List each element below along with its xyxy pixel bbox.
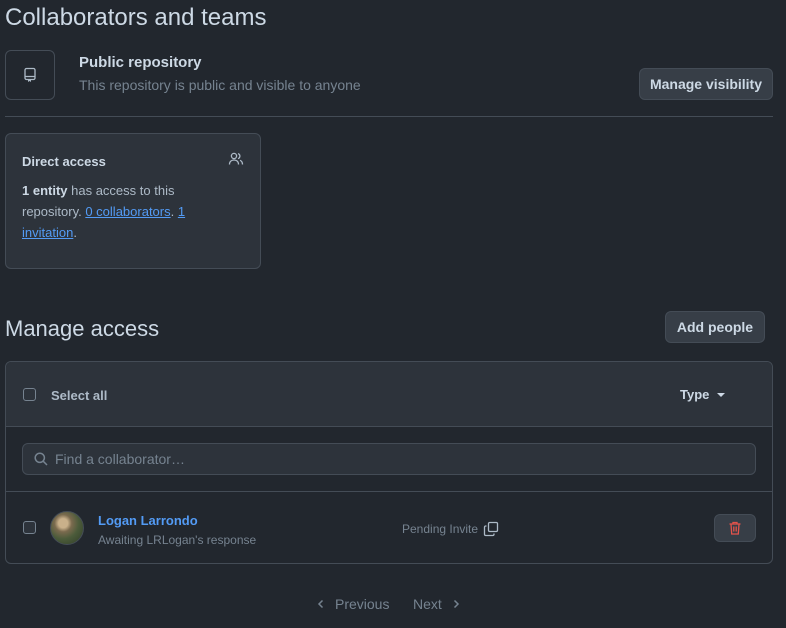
people-icon — [228, 152, 244, 165]
find-collaborator-input[interactable] — [55, 451, 735, 467]
pending-invite: Pending Invite — [402, 521, 499, 537]
trash-icon — [729, 521, 741, 535]
panel-header: Select all Type — [6, 362, 772, 427]
manage-access-title: Manage access — [5, 316, 160, 341]
entity-count: 1 entity — [22, 183, 68, 198]
repo-visibility-icon-box — [5, 50, 55, 100]
previous-label: Previous — [335, 596, 390, 612]
direct-access-end: . — [73, 225, 77, 240]
copy-icon[interactable] — [483, 521, 499, 537]
visibility-description: This repository is public and visible to… — [79, 77, 361, 93]
page-title: Collaborators and teams — [5, 4, 267, 31]
chevron-left-icon — [317, 599, 324, 609]
type-filter-dropdown[interactable]: Type — [680, 387, 726, 402]
member-name-link[interactable]: Logan Larrondo — [98, 513, 198, 528]
select-all-checkbox[interactable] — [23, 388, 36, 401]
member-status: Awaiting LRLogan's response — [98, 533, 257, 547]
search-icon — [33, 451, 49, 467]
search-row — [6, 427, 772, 492]
direct-access-card: Direct access 1 entity has access to thi… — [5, 133, 261, 269]
direct-access-separator: . — [170, 204, 178, 219]
type-filter-label: Type — [680, 387, 710, 402]
visibility-title: Public repository — [79, 54, 202, 71]
pending-invite-label: Pending Invite — [402, 522, 479, 536]
search-box[interactable] — [22, 443, 756, 475]
add-people-button[interactable]: Add people — [665, 311, 765, 343]
collaborators-link[interactable]: 0 collaborators — [85, 204, 170, 219]
avatar[interactable] — [50, 511, 84, 545]
member-checkbox[interactable] — [23, 521, 36, 534]
direct-access-title: Direct access — [22, 154, 106, 169]
repo-icon — [24, 67, 36, 82]
manage-access-panel: Select all Type Logan Larrondo Awaiting … — [5, 361, 773, 564]
remove-member-button[interactable] — [714, 514, 756, 542]
manage-visibility-button[interactable]: Manage visibility — [639, 68, 773, 100]
direct-access-summary: 1 entity has access to this repository. … — [22, 180, 232, 243]
collaborator-row: Logan Larrondo Awaiting LRLogan's respon… — [6, 492, 772, 563]
next-page-link[interactable]: Next — [413, 596, 462, 612]
next-label: Next — [413, 596, 442, 612]
section-divider — [5, 116, 773, 117]
caret-down-icon — [717, 392, 726, 397]
chevron-right-icon — [453, 599, 459, 609]
previous-page-link[interactable]: Previous — [315, 596, 389, 612]
select-all-label: Select all — [51, 388, 108, 403]
